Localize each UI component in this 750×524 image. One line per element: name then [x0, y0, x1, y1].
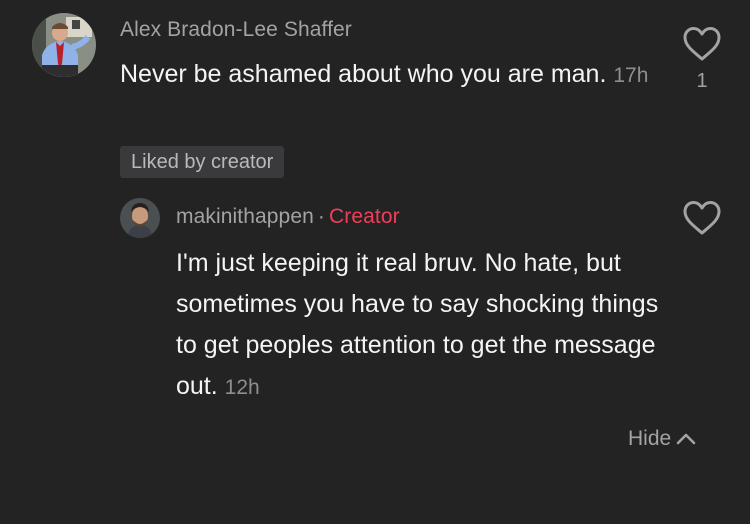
commenter-avatar[interactable] [32, 13, 96, 77]
hide-label: Hide [628, 427, 672, 450]
like-button[interactable] [682, 26, 722, 62]
heart-icon [683, 27, 721, 61]
profile-photo-icon [32, 13, 96, 77]
commenter-username[interactable]: Alex Bradon-Lee Shaffer [120, 18, 352, 42]
liked-by-creator-badge: Liked by creator [120, 146, 285, 178]
reply-username[interactable]: makinithappen [176, 205, 314, 228]
like-count: 1 [696, 70, 708, 92]
chevron-up-icon [676, 433, 696, 445]
creator-tag: Creator [329, 205, 400, 228]
comment-timestamp: 17h [613, 64, 649, 87]
comment-text: Never be ashamed about who you are man. … [120, 54, 660, 96]
reply-text: I'm just keeping it real bruv. No hate, … [176, 243, 676, 408]
hide-replies-button[interactable]: Hide [628, 427, 697, 451]
reply-header: makinithappen · Creator [176, 205, 400, 229]
reply-like-button[interactable] [682, 200, 722, 236]
reply-timestamp: 12h [224, 376, 260, 399]
profile-photo-icon [120, 198, 160, 238]
comment-body: Never be ashamed about who you are man. [120, 60, 607, 88]
heart-icon [683, 201, 721, 235]
reply-avatar[interactable] [120, 198, 160, 238]
separator-dot: · [317, 205, 325, 228]
